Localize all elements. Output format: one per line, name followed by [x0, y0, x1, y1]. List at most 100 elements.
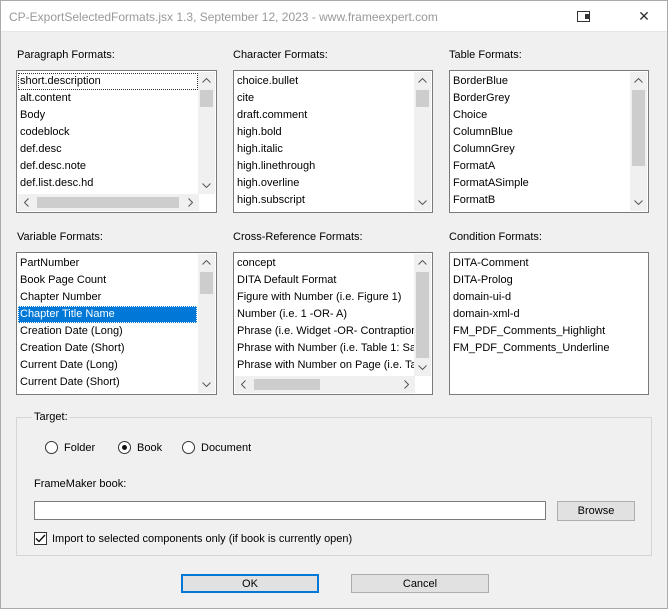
vertical-scrollbar[interactable]: [414, 254, 431, 376]
scroll-down-icon[interactable]: [414, 194, 431, 211]
list-item[interactable]: high.italic: [235, 141, 315, 158]
list-item[interactable]: Current Date (Long): [18, 357, 197, 374]
radio-circle[interactable]: [45, 441, 58, 454]
scroll-left-icon[interactable]: [235, 376, 252, 393]
variable-formats-list[interactable]: PartNumber Book Page Count Chapter Numbe…: [16, 252, 217, 395]
list-item[interactable]: DITA-Comment: [451, 255, 610, 272]
list-item[interactable]: Current Date (Short): [18, 374, 197, 391]
radio-book[interactable]: Book: [118, 441, 162, 454]
list-item[interactable]: def.list.desc.hd: [18, 175, 198, 192]
list-item[interactable]: Figure with Number (i.e. Figure 1): [235, 289, 415, 306]
import-selected-checkbox[interactable]: Import to selected components only (if b…: [34, 532, 352, 545]
list-item[interactable]: domain-ui-d: [451, 289, 610, 306]
title-bar: CP-ExportSelectedFormats.jsx 1.3, Septem…: [1, 1, 667, 32]
scroll-thumb[interactable]: [200, 272, 213, 294]
list-item[interactable]: cite: [235, 90, 315, 107]
list-item[interactable]: high.linethrough: [235, 158, 315, 175]
list-item-selected[interactable]: Chapter Title Name: [18, 306, 197, 323]
condition-formats-list[interactable]: DITA-Comment DITA-Prolog domain-ui-d dom…: [449, 252, 649, 395]
list-item[interactable]: Choice: [451, 107, 529, 124]
radio-document[interactable]: Document: [182, 441, 251, 454]
vertical-scrollbar[interactable]: [630, 72, 647, 211]
paragraph-formats-list[interactable]: short.description alt.content Body codeb…: [16, 70, 217, 213]
list-item[interactable]: FormatB: [451, 192, 529, 209]
list-item[interactable]: FM_PDF_Comments_Underline: [451, 340, 610, 357]
paragraph-items: short.description alt.content Body codeb…: [18, 73, 198, 192]
list-item[interactable]: def.desc: [18, 141, 198, 158]
list-item[interactable]: Body: [18, 107, 198, 124]
scroll-up-icon[interactable]: [198, 72, 215, 89]
list-item[interactable]: ColumnGrey: [451, 141, 529, 158]
scroll-right-icon[interactable]: [398, 376, 415, 393]
list-item[interactable]: high.subscript: [235, 192, 315, 209]
list-item[interactable]: FormatA: [451, 158, 529, 175]
checkmark-icon: [35, 534, 46, 543]
list-item[interactable]: BorderBlue: [451, 73, 529, 90]
list-item[interactable]: Phrase with Number (i.e. Table 1: Sales): [235, 340, 415, 357]
list-item[interactable]: concept: [235, 255, 415, 272]
list-item[interactable]: FormatASimple: [451, 175, 529, 192]
close-button[interactable]: ✕: [621, 1, 667, 31]
scroll-down-icon[interactable]: [630, 194, 647, 211]
scroll-thumb[interactable]: [37, 197, 179, 208]
list-item[interactable]: short.description: [18, 73, 198, 90]
vertical-scrollbar[interactable]: [198, 72, 215, 194]
list-item[interactable]: DITA Default Format: [235, 272, 415, 289]
list-item[interactable]: BorderGrey: [451, 90, 529, 107]
list-item[interactable]: Creation Date (Long): [18, 323, 197, 340]
scroll-left-icon[interactable]: [18, 194, 35, 211]
window-layout-icon[interactable]: [577, 11, 593, 22]
vertical-scrollbar[interactable]: [414, 72, 431, 211]
list-item[interactable]: alt.content: [18, 90, 198, 107]
list-item[interactable]: DITA-Prolog: [451, 272, 610, 289]
paragraph-formats-label: Paragraph Formats:: [17, 49, 115, 61]
scroll-down-icon[interactable]: [198, 177, 215, 194]
crossref-formats-list[interactable]: concept DITA Default Format Figure with …: [233, 252, 433, 395]
scroll-thumb[interactable]: [200, 90, 213, 107]
list-item[interactable]: choice.bullet: [235, 73, 315, 90]
list-item[interactable]: Phrase with Number on Page (i.e. Table 1…: [235, 357, 415, 374]
radio-folder[interactable]: Folder: [45, 441, 95, 454]
list-item[interactable]: high.bold: [235, 124, 315, 141]
list-item[interactable]: Creation Date (Short): [18, 340, 197, 357]
list-item[interactable]: Book Page Count: [18, 272, 197, 289]
list-item[interactable]: draft.comment: [235, 107, 315, 124]
scroll-thumb[interactable]: [416, 90, 429, 107]
scroll-up-icon[interactable]: [414, 72, 431, 89]
cancel-button-label: Cancel: [402, 577, 438, 590]
vertical-scrollbar[interactable]: [198, 254, 215, 393]
scroll-thumb[interactable]: [254, 379, 320, 390]
character-items: choice.bullet cite draft.comment high.bo…: [235, 73, 315, 209]
list-item[interactable]: Chapter Number: [18, 289, 197, 306]
scroll-down-icon[interactable]: [414, 359, 431, 376]
scroll-thumb[interactable]: [632, 90, 645, 166]
scroll-up-icon[interactable]: [198, 254, 215, 271]
scroll-thumb[interactable]: [416, 272, 429, 358]
table-items: BorderBlue BorderGrey Choice ColumnBlue …: [451, 73, 529, 209]
checkbox-box[interactable]: [34, 532, 47, 545]
list-item[interactable]: high.overline: [235, 175, 315, 192]
scroll-right-icon[interactable]: [182, 194, 199, 211]
list-item[interactable]: ColumnBlue: [451, 124, 529, 141]
list-item[interactable]: def.desc.note: [18, 158, 198, 175]
scroll-up-icon[interactable]: [630, 72, 647, 89]
ok-button[interactable]: OK: [181, 574, 319, 593]
character-formats-list[interactable]: choice.bullet cite draft.comment high.bo…: [233, 70, 433, 213]
horizontal-scrollbar[interactable]: [235, 376, 415, 393]
list-item[interactable]: PartNumber: [18, 255, 197, 272]
list-item[interactable]: domain-xml-d: [451, 306, 610, 323]
list-item[interactable]: codeblock: [18, 124, 198, 141]
radio-circle-checked[interactable]: [118, 441, 131, 454]
horizontal-scrollbar[interactable]: [18, 194, 199, 211]
cancel-button[interactable]: Cancel: [351, 574, 489, 593]
browse-button[interactable]: Browse: [557, 501, 635, 521]
list-item[interactable]: Number (i.e. 1 -OR- A): [235, 306, 415, 323]
close-icon: ✕: [638, 7, 650, 24]
scroll-up-icon[interactable]: [414, 254, 431, 271]
list-item[interactable]: FM_PDF_Comments_Highlight: [451, 323, 610, 340]
scroll-down-icon[interactable]: [198, 376, 215, 393]
list-item[interactable]: Phrase (i.e. Widget -OR- Contraption): [235, 323, 415, 340]
radio-circle[interactable]: [182, 441, 195, 454]
table-formats-list[interactable]: BorderBlue BorderGrey Choice ColumnBlue …: [449, 70, 649, 213]
framemaker-book-field[interactable]: [34, 501, 546, 520]
